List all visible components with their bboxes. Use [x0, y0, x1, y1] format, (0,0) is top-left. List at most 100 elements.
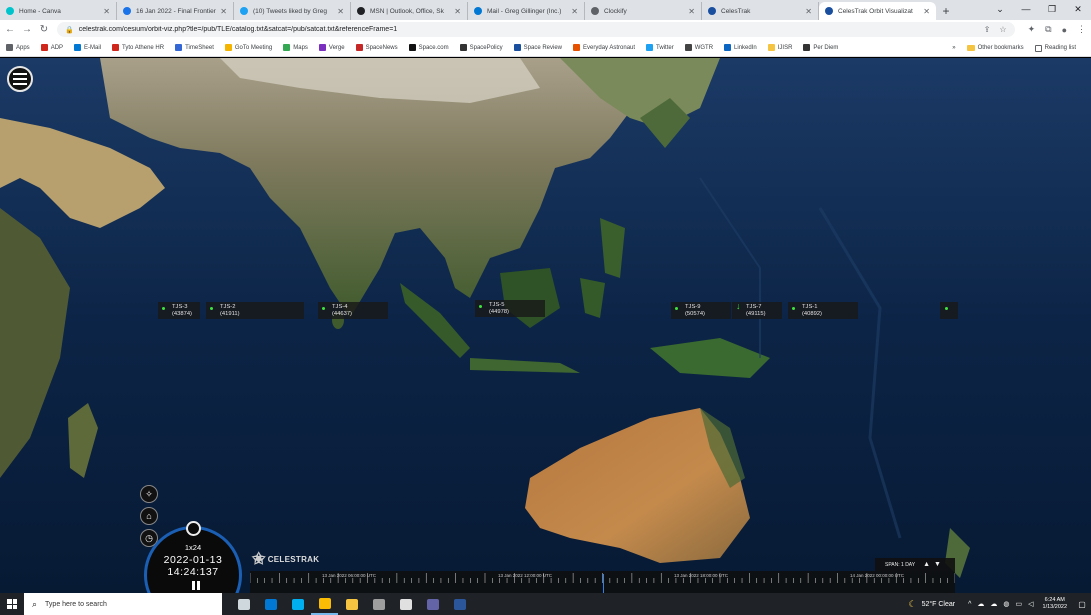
bookmark-item[interactable]: SpaceNews: [355, 44, 398, 51]
bookmark-item[interactable]: GoTo Meeting: [224, 44, 272, 51]
tab-favicon-icon: [825, 7, 833, 15]
taskbar-app-skype[interactable]: [284, 593, 311, 615]
taskbar-app-outlook[interactable]: [257, 593, 284, 615]
network-icon[interactable]: ◍: [1003, 600, 1009, 608]
extension-icon[interactable]: ✦: [1028, 24, 1036, 35]
bookmark-star-icon[interactable]: ☆: [999, 25, 1006, 34]
taskbar-app-app-circle[interactable]: [365, 593, 392, 615]
omnibox[interactable]: 🔒 celestrak.com/cesium/orbit-viz.php?tle…: [57, 22, 1015, 37]
pause-icon[interactable]: [192, 581, 200, 590]
reload-icon[interactable]: ↻: [37, 24, 51, 35]
reading-list[interactable]: Reading list: [1034, 44, 1076, 52]
notification-icon[interactable]: ▢: [1073, 600, 1091, 609]
battery-icon[interactable]: ▭: [1016, 600, 1023, 608]
satellite-id: (40892): [802, 310, 822, 317]
bookmark-favicon-icon: [40, 44, 48, 51]
more-menu-icon[interactable]: ⋮: [1077, 24, 1086, 35]
bookmark-item[interactable]: Apps: [6, 44, 30, 51]
bookmark-item[interactable]: Space.com: [408, 44, 449, 51]
span-selector[interactable]: SPAN: 1 DAY ▲ ▼: [875, 558, 955, 571]
bookmark-item[interactable]: Tyto Athene HR: [112, 44, 164, 51]
tab-close-icon[interactable]: ✕: [805, 7, 812, 16]
browser-tab[interactable]: 16 Jan 2022 - Final Frontier ✕: [117, 2, 234, 20]
satellite-label[interactable]: TJS-9 (50574): [671, 302, 731, 319]
satellite-id: (50574): [685, 310, 705, 317]
lock-icon[interactable]: 🔒: [65, 26, 74, 34]
bookmark-item[interactable]: Space Review: [513, 44, 562, 51]
satellite-label[interactable]: TJS-3 (43874): [158, 302, 200, 319]
tab-close-icon[interactable]: ✕: [103, 7, 110, 16]
bookmark-favicon-icon: [283, 44, 291, 51]
share-icon[interactable]: ⇪: [984, 25, 991, 34]
tab-search-icon[interactable]: ⌄: [987, 0, 1013, 20]
browser-tab[interactable]: Home - Canva ✕: [0, 2, 117, 20]
chevron-up-icon[interactable]: ^: [968, 601, 971, 608]
bookmark-item[interactable]: E-Mail: [74, 44, 101, 51]
close-window-button[interactable]: ✕: [1065, 0, 1091, 20]
taskbar-app-chrome[interactable]: [311, 593, 338, 615]
bookmark-item[interactable]: ADP: [40, 44, 63, 51]
browser-tab[interactable]: Mail - Greg Gillinger (Inc.) ✕: [468, 2, 585, 20]
tab-close-icon[interactable]: ✕: [688, 7, 695, 16]
bookmark-item[interactable]: TimeSheet: [175, 44, 214, 51]
speed-knob[interactable]: [186, 521, 201, 536]
back-icon[interactable]: ←: [3, 24, 17, 35]
bookmark-item[interactable]: SpacePolicy: [459, 44, 503, 51]
home-icon-button[interactable]: ⌂: [140, 507, 158, 525]
weather-widget[interactable]: ☾ 52°F Clear: [908, 599, 955, 610]
browser-tab[interactable]: Clockify ✕: [585, 2, 702, 20]
cloud-icon[interactable]: ☁: [990, 600, 997, 608]
profile-icon[interactable]: ●: [1062, 25, 1067, 35]
tab-close-icon[interactable]: ✕: [220, 7, 227, 16]
tab-close-icon[interactable]: ✕: [454, 7, 461, 16]
satellite-label-partial[interactable]: [940, 302, 958, 319]
tab-close-icon[interactable]: ✕: [923, 7, 930, 16]
hamburger-menu-button[interactable]: [7, 66, 33, 92]
browser-tab[interactable]: MSN | Outlook, Office, Sk ✕: [351, 2, 468, 20]
bookmark-item[interactable]: WGTR: [684, 44, 713, 51]
triangle-down-icon[interactable]: ▼: [934, 561, 941, 568]
new-tab-button[interactable]: +: [936, 2, 956, 20]
moon-icon: ☾: [908, 598, 917, 609]
bookmark-item[interactable]: Everyday Astronaut: [573, 44, 635, 51]
tab-close-icon[interactable]: ✕: [337, 7, 344, 16]
bookmark-item[interactable]: IJISR: [767, 44, 792, 51]
browser-tab[interactable]: (10) Tweets liked by Greg ✕: [234, 2, 351, 20]
taskbar-search[interactable]: ⌕ Type here to search: [24, 593, 222, 615]
bookmark-item[interactable]: Maps: [283, 44, 308, 51]
cloud-icon[interactable]: ☁: [977, 600, 984, 608]
taskbar-app-file-explorer[interactable]: [338, 593, 365, 615]
triangle-up-icon[interactable]: ▲: [923, 561, 930, 568]
minimize-button[interactable]: —: [1013, 0, 1039, 20]
taskbar-app-word[interactable]: [446, 593, 473, 615]
browser-tab[interactable]: CelesTrak Orbit Visualizat ✕: [819, 2, 936, 20]
bookmark-item[interactable]: Per Diem: [803, 44, 838, 51]
bookmark-item[interactable]: Verge: [318, 44, 345, 51]
timeline-cursor[interactable]: [602, 574, 604, 593]
satellite-icon-button[interactable]: ✧: [140, 485, 158, 503]
other-bookmarks[interactable]: Other bookmarks: [966, 45, 1024, 51]
timeline-bar[interactable]: 13 Jan 2022 06:00:00 UTC 13 Jan 2022 12:0…: [250, 571, 955, 593]
bookmark-item[interactable]: LinkedIn: [724, 44, 757, 51]
satellite-label[interactable]: TJS-1 (40892): [788, 302, 858, 319]
taskbar-app-task-view[interactable]: [230, 593, 257, 615]
url-text[interactable]: celestrak.com/cesium/orbit-viz.php?tle=/…: [79, 26, 975, 33]
satellite-label[interactable]: ↓ TJS-7 (49115): [732, 302, 782, 319]
bookmark-favicon-icon: [573, 44, 581, 51]
satellite-label[interactable]: TJS-2 (41911): [206, 302, 304, 319]
volume-icon[interactable]: ◁: [1028, 600, 1033, 608]
puzzle-icon[interactable]: ⧉: [1045, 24, 1051, 35]
restore-button[interactable]: ❐: [1039, 0, 1065, 20]
start-button[interactable]: [0, 593, 24, 615]
taskbar-app-calculator[interactable]: [392, 593, 419, 615]
forward-icon[interactable]: →: [20, 24, 34, 35]
bookmark-item[interactable]: Twitter: [646, 44, 674, 51]
satellite-label[interactable]: TJS-4 (44637): [318, 302, 388, 319]
satellite-label[interactable]: TJS-5 (44978): [475, 300, 545, 317]
clock-tray[interactable]: 6:24 AM 1/13/2022: [1043, 597, 1067, 611]
bookmarks-overflow[interactable]: »: [952, 45, 955, 51]
browser-tab[interactable]: CelesTrak ✕: [702, 2, 819, 20]
globe-viewer[interactable]: TJS-3 (43874) TJS-2 (41911) TJS-4 (44637…: [0, 58, 1091, 593]
tab-close-icon[interactable]: ✕: [571, 7, 578, 16]
taskbar-app-teams[interactable]: [419, 593, 446, 615]
